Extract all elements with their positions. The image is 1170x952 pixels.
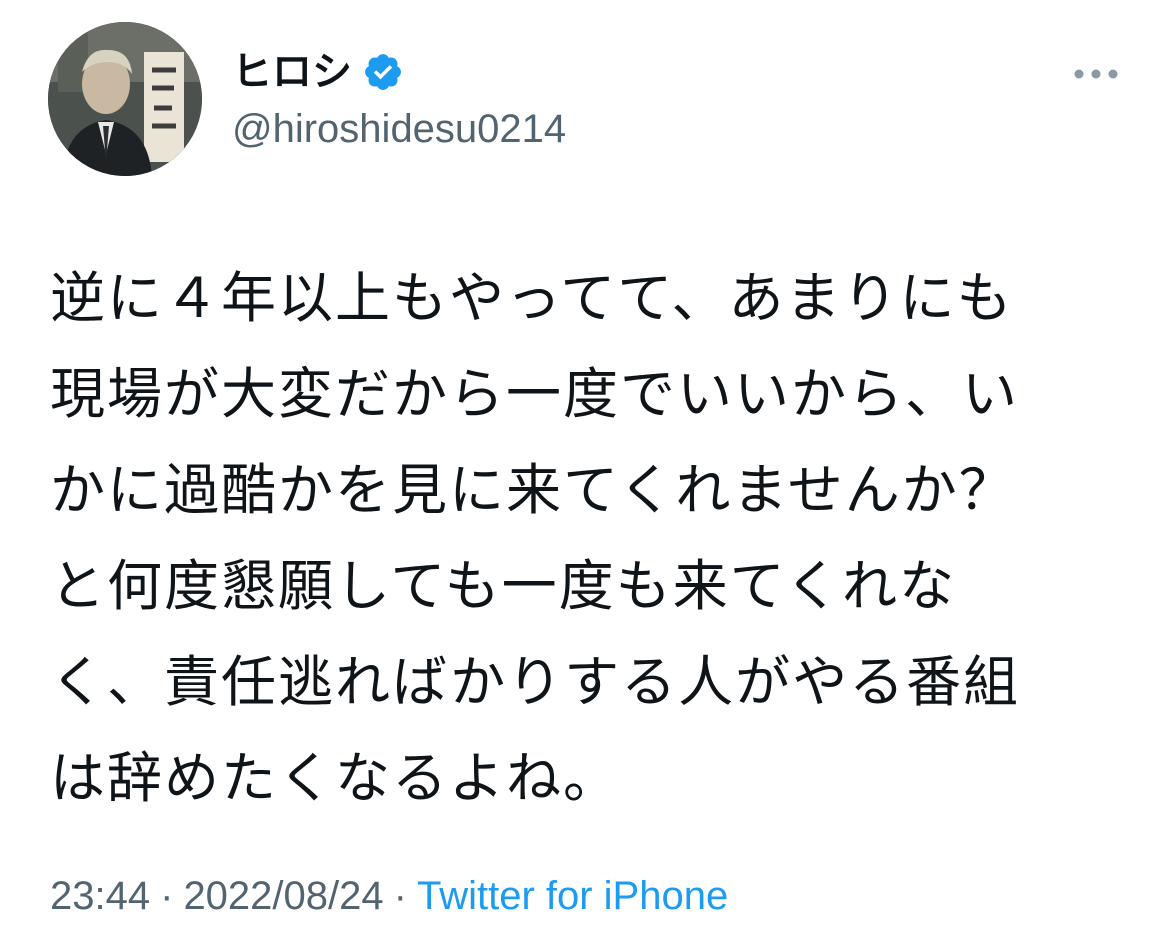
tweet-text-line: かに過酷かを見に来てくれませんか？ [50, 458, 1016, 522]
avatar[interactable] [48, 22, 202, 176]
tweet-date[interactable]: 2022/08/24 [183, 874, 383, 918]
verified-badge-icon [362, 51, 404, 93]
tweet-body: 逆に４年以上もやってて、あまりにも 現場が大変だから一度でいいから、い かに過酷… [50, 250, 1130, 826]
tweet-text-line: 現場が大変だから一度でいいから、い [50, 362, 1020, 426]
tweet-text-line: 逆に４年以上もやってて、あまりにも [50, 266, 1014, 330]
tweet-text-line: は辞めたくなるよね。 [50, 746, 621, 810]
more-options-button[interactable] [1068, 56, 1124, 92]
avatar-image [48, 22, 202, 176]
tweet-text-line: く、責任逃ればかりする人がやる番組 [50, 650, 1021, 714]
tweet-text-line: と何度懇願しても一度も来てくれな [50, 554, 956, 618]
tweet-card: ヒロシ @hiroshidesu0214 逆に４年以上もやってて、あまりにも 現… [0, 0, 1170, 952]
author-name-row: ヒロシ [232, 46, 404, 98]
tweet-time[interactable]: 23:44 [50, 874, 150, 918]
tweet-metadata: 23:44 · 2022/08/24 · Twitter for iPhone [50, 868, 728, 924]
meta-separator: · [160, 874, 174, 918]
meta-separator: · [393, 874, 407, 918]
tweet-source-link[interactable]: Twitter for iPhone [417, 874, 728, 918]
more-horizontal-icon [1074, 69, 1118, 79]
display-name[interactable]: ヒロシ [232, 46, 352, 98]
author-handle[interactable]: @hiroshidesu0214 [232, 104, 566, 154]
